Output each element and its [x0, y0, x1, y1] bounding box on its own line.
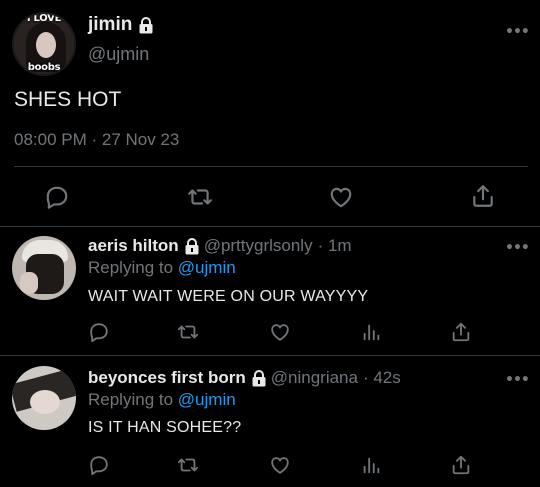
like-icon[interactable]	[328, 184, 354, 210]
lock-icon	[251, 370, 266, 387]
tweet-text: SHES HOT	[14, 88, 122, 111]
reply-header: aeris hilton @prttygrlsonly · 1m	[88, 236, 352, 256]
reply-icon[interactable]	[44, 184, 70, 210]
reply-time[interactable]: · 1m	[318, 236, 352, 256]
more-icon[interactable]: •••	[505, 24, 530, 40]
retweet-icon[interactable]	[176, 321, 200, 343]
more-icon[interactable]: •••	[505, 372, 530, 388]
author-name[interactable]: jimin	[88, 14, 132, 36]
avatar[interactable]: I LOVE boobs	[12, 12, 76, 76]
tweet-actions	[0, 178, 540, 218]
reply-icon[interactable]	[88, 454, 110, 476]
retweet-icon[interactable]	[176, 454, 200, 476]
divider	[0, 355, 540, 356]
avatar-face	[30, 390, 60, 414]
share-icon[interactable]	[450, 453, 472, 477]
reply-header: beyonces first born @ningriana · 42s	[88, 368, 401, 388]
replying-to: Replying to @ujmin	[88, 390, 236, 410]
views-icon[interactable]	[360, 321, 382, 343]
more-icon[interactable]: •••	[505, 240, 530, 256]
like-icon[interactable]	[269, 321, 291, 343]
share-icon[interactable]	[470, 182, 496, 210]
divider	[0, 226, 540, 227]
replying-to: Replying to @ujmin	[88, 258, 236, 278]
replying-to-label: Replying to	[88, 258, 174, 277]
reply-time[interactable]: · 42s	[363, 368, 401, 388]
replying-to-handle[interactable]: @ujmin	[178, 258, 236, 277]
author-name-row[interactable]: jimin	[88, 14, 153, 36]
tweet-thread: I LOVE boobs jimin @ujmin ••• SHES HOT 0…	[0, 0, 540, 487]
retweet-icon[interactable]	[186, 184, 214, 210]
reply-author-handle[interactable]: @prttygrlsonly	[204, 236, 313, 256]
share-icon[interactable]	[450, 320, 472, 344]
avatar[interactable]	[12, 366, 76, 430]
reply-author-name[interactable]: aeris hilton	[88, 236, 179, 256]
reply-text: WAIT WAIT WERE ON OUR WAYYYY	[88, 288, 369, 305]
avatar-caption-bottom: boobs	[27, 62, 61, 73]
reply-author-name[interactable]: beyonces first born	[88, 368, 246, 388]
replying-to-handle[interactable]: @ujmin	[178, 390, 236, 409]
reply-author-handle[interactable]: @ningriana	[271, 368, 358, 388]
avatar-hand	[20, 272, 38, 294]
avatar-caption-top: I LOVE	[26, 13, 62, 24]
views-icon[interactable]	[360, 454, 382, 476]
lock-icon	[184, 238, 199, 255]
author-handle[interactable]: @ujmin	[88, 44, 149, 65]
avatar[interactable]	[12, 236, 76, 300]
divider	[14, 166, 528, 167]
lock-icon	[138, 17, 153, 34]
reply-icon[interactable]	[88, 321, 110, 343]
reply-text: IS IT HAN SOHEE??	[88, 419, 242, 436]
avatar-face	[36, 32, 56, 58]
tweet-timestamp[interactable]: 08:00 PM · 27 Nov 23	[14, 130, 179, 150]
replying-to-label: Replying to	[88, 390, 174, 409]
like-icon[interactable]	[269, 454, 291, 476]
